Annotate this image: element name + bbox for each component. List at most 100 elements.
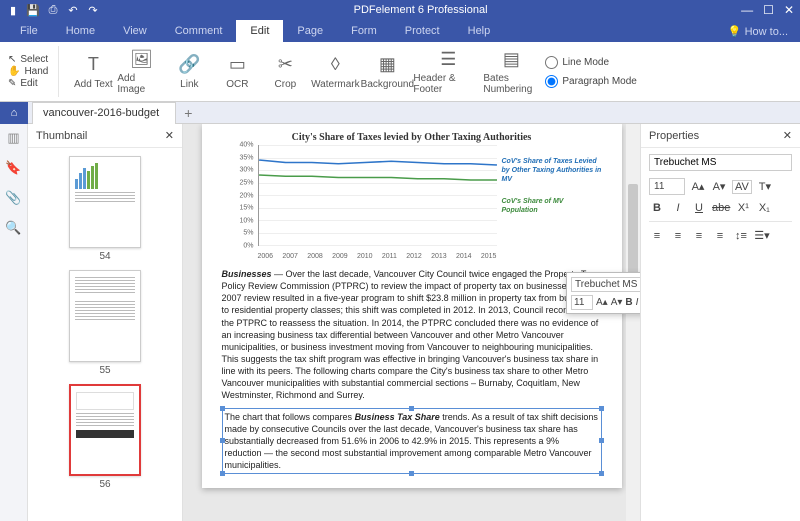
properties-panel: Properties✕ Trebuchet MS 11 A▴ A▾ AV T▾ … — [640, 124, 800, 521]
tab-page[interactable]: Page — [283, 20, 337, 42]
image-icon: 🖼 — [130, 48, 152, 70]
underline-button[interactable]: U — [691, 202, 707, 214]
bold-button[interactable]: B — [649, 202, 665, 214]
close-button[interactable]: ✕ — [784, 3, 794, 17]
minimize-button[interactable]: — — [741, 3, 753, 17]
ocr-icon: ▭ — [226, 54, 248, 76]
redo-icon[interactable]: ↷ — [86, 4, 100, 17]
attachments-icon[interactable]: 📎 — [5, 190, 21, 206]
thumbnail-page[interactable]: 54 — [69, 156, 141, 262]
ribbon-select-group: ↖ Select ✋ Hand ✎ Edit — [8, 46, 59, 97]
link-icon: 🔗 — [178, 54, 200, 76]
thumbnail-panel-close[interactable]: ✕ — [165, 129, 174, 142]
floating-text-toolbar: Trebuchet MS▾ 11 A▴ A▾ B I X¹ X₁ A — [566, 272, 640, 314]
edit-tool[interactable]: ✎ Edit — [8, 78, 38, 89]
document-area: City's Share of Taxes levied by Other Ta… — [183, 124, 640, 521]
ribbon: ↖ Select ✋ Hand ✎ Edit TAdd Text 🖼Add Im… — [0, 42, 800, 102]
italic-icon[interactable]: I — [636, 297, 639, 308]
float-font-size[interactable]: 11 — [571, 295, 593, 310]
align-justify-button[interactable]: ≡ — [712, 230, 728, 242]
grow-font-icon[interactable]: A▴ — [690, 180, 706, 193]
document-tab[interactable]: vancouver-2016-budget — [32, 102, 176, 124]
menu-bar: File Home View Comment Edit Page Form Pr… — [0, 20, 800, 42]
chart-legend-2: CoV's Share of MV Population — [502, 197, 602, 215]
left-icon-rail: ▥ 🔖 📎 🔍 — [0, 124, 28, 521]
body-paragraph-1[interactable]: Businesses — Over the last decade, Vanco… — [222, 268, 602, 402]
window-title: PDFelement 6 Professional — [100, 4, 741, 16]
line-mode-radio[interactable]: Line Mode — [545, 56, 609, 69]
link-button[interactable]: 🔗Link — [165, 46, 213, 97]
paragraph-mode-radio[interactable]: Paragraph Mode — [545, 75, 637, 88]
properties-title: Properties — [649, 130, 699, 142]
text-color-icon[interactable]: T▾ — [757, 180, 773, 193]
superscript-button[interactable]: X¹ — [735, 202, 751, 214]
watermark-button[interactable]: ◊Watermark — [309, 46, 361, 97]
tab-comment[interactable]: Comment — [161, 20, 237, 42]
print-icon[interactable]: ⎙ — [46, 4, 60, 17]
save-icon[interactable]: 💾 — [26, 4, 40, 17]
align-right-button[interactable]: ≡ — [691, 230, 707, 242]
properties-close[interactable]: ✕ — [783, 129, 792, 142]
add-tab-button[interactable]: + — [176, 105, 200, 121]
tab-file[interactable]: File — [6, 20, 52, 42]
shrink-font-icon[interactable]: A▾ — [711, 180, 727, 193]
align-left-button[interactable]: ≡ — [649, 230, 665, 242]
tab-edit[interactable]: Edit — [236, 20, 283, 42]
float-font-select[interactable]: Trebuchet MS — [571, 277, 640, 292]
chart: 0%5%10%15%20%25%30%35%40% 20062007200820… — [222, 145, 602, 260]
howto-search[interactable]: 💡 How to... — [728, 25, 788, 38]
tab-form[interactable]: Form — [337, 20, 391, 42]
list-button[interactable]: ☰▾ — [754, 229, 770, 242]
prop-font-size[interactable]: 11 — [649, 178, 685, 195]
vertical-scrollbar[interactable] — [626, 124, 640, 521]
crop-icon: ✂ — [274, 54, 296, 76]
document-tab-bar: ⌂ vancouver-2016-budget + — [0, 102, 800, 124]
select-tool[interactable]: ↖ Select — [8, 54, 48, 65]
header-footer-button[interactable]: ☰Header & Footer — [413, 46, 483, 97]
align-center-button[interactable]: ≡ — [670, 230, 686, 242]
watermark-icon: ◊ — [324, 54, 346, 76]
selected-text-box[interactable]: The chart that follows compares Business… — [222, 408, 602, 475]
thumbnail-page-selected[interactable]: 56 — [69, 384, 141, 490]
hand-tool[interactable]: ✋ Hand — [8, 66, 48, 77]
tab-help[interactable]: Help — [454, 20, 505, 42]
thumbnail-page[interactable]: 55 — [69, 270, 141, 376]
subscript-button[interactable]: X₁ — [756, 202, 772, 214]
thumbnails-icon[interactable]: ▥ — [7, 130, 19, 146]
line-spacing-button[interactable]: ↕≡ — [733, 230, 749, 242]
chart-title: City's Share of Taxes levied by Other Ta… — [222, 132, 602, 143]
background-button[interactable]: ▦Background — [361, 46, 413, 97]
add-text-button[interactable]: TAdd Text — [69, 46, 117, 97]
bates-button[interactable]: ▤Bates Numbering — [483, 46, 539, 97]
grow-font-icon[interactable]: A▴ — [596, 297, 608, 308]
background-icon: ▦ — [376, 54, 398, 76]
bold-icon[interactable]: B — [625, 297, 632, 308]
edit-mode-group: Line Mode Paragraph Mode — [545, 46, 647, 97]
shrink-font-icon[interactable]: A▾ — [611, 297, 623, 308]
search-icon[interactable]: 🔍 — [5, 220, 21, 236]
add-image-button[interactable]: 🖼Add Image — [117, 46, 165, 97]
bates-icon: ▤ — [500, 48, 522, 70]
char-spacing-icon[interactable]: AV — [732, 180, 752, 194]
app-icon: ▮ — [6, 4, 20, 17]
text-icon: T — [82, 54, 104, 76]
tab-protect[interactable]: Protect — [391, 20, 454, 42]
prop-font-select[interactable]: Trebuchet MS — [649, 154, 792, 171]
title-bar: ▮ 💾 ⎙ ↶ ↷ PDFelement 6 Professional — ☐ … — [0, 0, 800, 20]
ocr-button[interactable]: ▭OCR — [213, 46, 261, 97]
strike-button[interactable]: abe — [712, 202, 730, 214]
undo-icon[interactable]: ↶ — [66, 4, 80, 17]
body-paragraph-2[interactable]: The chart that follows compares Business… — [225, 411, 599, 472]
tab-view[interactable]: View — [109, 20, 161, 42]
italic-button[interactable]: I — [670, 202, 686, 214]
thumbnail-panel-title: Thumbnail — [36, 130, 87, 142]
bookmarks-icon[interactable]: 🔖 — [5, 160, 21, 176]
crop-button[interactable]: ✂Crop — [261, 46, 309, 97]
maximize-button[interactable]: ☐ — [763, 3, 774, 17]
home-button[interactable]: ⌂ — [0, 102, 28, 124]
tab-home[interactable]: Home — [52, 20, 109, 42]
quick-access-toolbar: ▮ 💾 ⎙ ↶ ↷ — [6, 4, 100, 17]
thumbnail-panel: Thumbnail ✕ 54 55 56 — [28, 124, 183, 521]
chart-legend-1: CoV's Share of Taxes Levied by Other Tax… — [502, 157, 602, 184]
header-footer-icon: ☰ — [437, 48, 459, 70]
